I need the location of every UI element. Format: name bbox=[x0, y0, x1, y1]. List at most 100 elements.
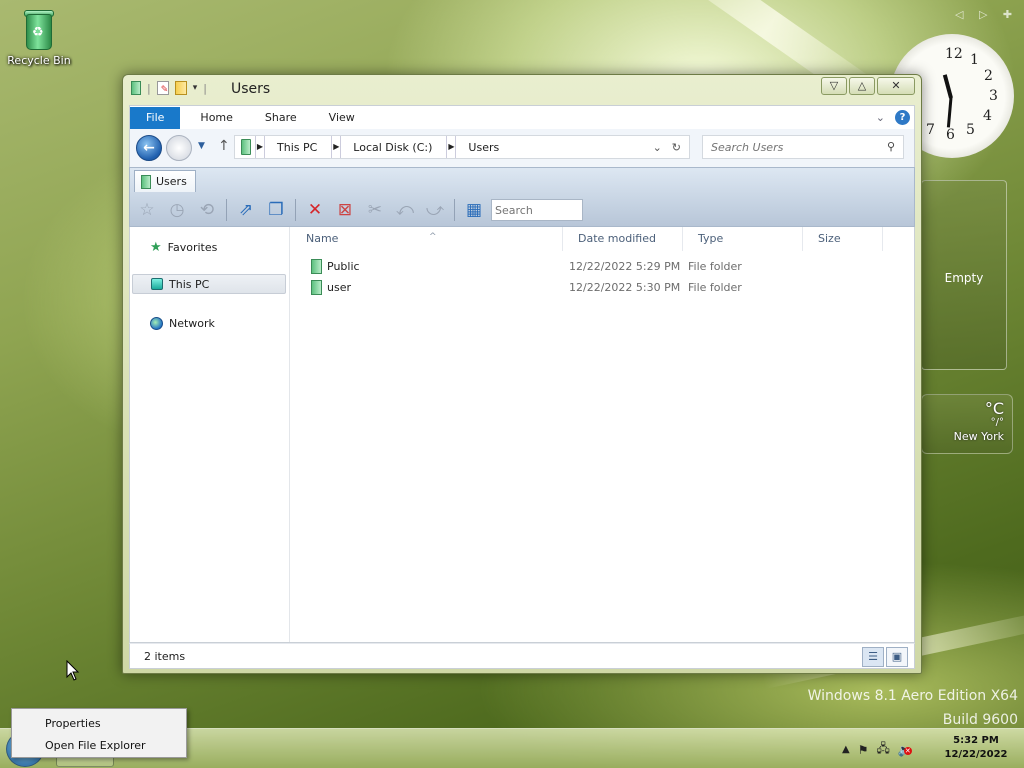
nav-item-network[interactable]: Network bbox=[132, 313, 286, 333]
address-bar[interactable]: ▶ This PC ▶ Local Disk (C:) ▶ Users ⌄ ↻ bbox=[234, 135, 690, 159]
address-bar-actions: ⌄ ↻ bbox=[653, 141, 689, 154]
clock-hour-hand bbox=[942, 74, 953, 99]
context-menu: Properties Open File Explorer bbox=[11, 708, 187, 758]
remove-icon[interactable]: ⊠ bbox=[332, 198, 358, 222]
refresh-icon[interactable]: ↻ bbox=[672, 141, 681, 154]
help-icon[interactable]: ? bbox=[895, 110, 910, 125]
tab-share[interactable]: Share bbox=[249, 107, 313, 129]
column-type[interactable]: Type bbox=[683, 227, 803, 251]
breadcrumb-chevron-icon[interactable]: ▶ bbox=[446, 136, 457, 158]
breadcrumb-users[interactable]: Users bbox=[456, 141, 513, 154]
file-row[interactable]: Public 12/22/2022 5:29 PM File folder bbox=[291, 256, 914, 277]
forward-button[interactable] bbox=[166, 135, 192, 161]
nav-item-label: Network bbox=[169, 316, 215, 330]
file-row[interactable]: user 12/22/2022 5:30 PM File folder bbox=[291, 277, 914, 298]
delete-icon[interactable]: ✕ bbox=[302, 198, 328, 222]
folder-icon bbox=[311, 280, 322, 295]
taskbar-clock[interactable]: 5:32 PM 12/22/2022 bbox=[940, 734, 1012, 762]
file-type: File folder bbox=[688, 281, 742, 294]
file-explorer-window[interactable]: | ✎ ▾ | Users ▽ △ ✕ File Home Share View… bbox=[122, 74, 922, 674]
search-box[interactable]: ⚲ bbox=[702, 135, 904, 159]
window-title: Users bbox=[231, 81, 271, 97]
clock-number: 2 bbox=[984, 68, 993, 84]
favorites-star-icon: ★ bbox=[150, 239, 162, 255]
add-favorite-icon[interactable]: ☆ bbox=[134, 198, 160, 222]
toolbar-buttons: ☆ ◷ ⟲ ⇗ ❐ ✕ ⊠ ✂ ⤺ ⤻ ▦ bbox=[134, 196, 583, 224]
folder-icon bbox=[311, 259, 322, 274]
search-input[interactable] bbox=[703, 136, 879, 158]
clock-number: 5 bbox=[966, 122, 975, 138]
navigation-bar: ← ▼ ↑ ▶ This PC ▶ Local Disk (C:) ▶ User… bbox=[129, 129, 915, 167]
breadcrumb-chevron-icon[interactable]: ▶ bbox=[255, 136, 265, 158]
nav-item-favorites[interactable]: ★ Favorites bbox=[132, 237, 286, 257]
properties-icon[interactable]: ✎ bbox=[156, 81, 169, 95]
view-switcher: ☰ ▣ bbox=[862, 647, 908, 667]
redo-icon[interactable]: ⤻ bbox=[422, 198, 448, 222]
file-name: user bbox=[327, 281, 351, 294]
up-button[interactable]: ↑ bbox=[218, 138, 230, 154]
close-button[interactable]: ✕ bbox=[877, 77, 915, 95]
file-date: 12/22/2022 5:30 PM bbox=[569, 281, 681, 294]
recent-locations-icon[interactable]: ▼ bbox=[198, 141, 205, 151]
column-name[interactable]: Name ^ bbox=[291, 227, 563, 251]
copy-to-icon[interactable]: ❐ bbox=[263, 198, 289, 222]
empty-gadget[interactable]: Empty bbox=[921, 180, 1007, 370]
tab-file[interactable]: File bbox=[130, 106, 181, 129]
toolbar-separator bbox=[295, 199, 296, 221]
move-to-icon[interactable]: ⇗ bbox=[233, 198, 259, 222]
breadcrumb-chevron-icon[interactable]: ▶ bbox=[331, 136, 342, 158]
maximize-button[interactable]: △ bbox=[849, 77, 875, 95]
column-size[interactable]: Size bbox=[803, 227, 883, 251]
back-button[interactable]: ← bbox=[136, 135, 162, 161]
taskbar-date: 12/22/2022 bbox=[944, 749, 1008, 760]
breadcrumb-this-pc[interactable]: This PC bbox=[265, 141, 331, 154]
watermark-edition: Windows 8.1 Aero Edition X64 bbox=[807, 688, 1018, 704]
menu-item-open-file-explorer[interactable]: Open File Explorer bbox=[12, 735, 186, 757]
network-globe-icon bbox=[150, 316, 163, 330]
menu-item-properties[interactable]: Properties bbox=[12, 713, 186, 735]
volume-muted-icon[interactable]: 🔈✕ bbox=[898, 743, 913, 757]
toolbar-search-input[interactable] bbox=[491, 199, 583, 221]
history-icon[interactable]: ◷ bbox=[164, 198, 190, 222]
details-view-icon[interactable]: ☰ bbox=[862, 647, 884, 667]
file-type: File folder bbox=[688, 260, 742, 273]
nav-item-label: Favorites bbox=[167, 240, 218, 254]
system-tray: ▲ ⚑ 🖧 🔈✕ bbox=[842, 739, 913, 760]
tab-view[interactable]: View bbox=[313, 107, 371, 129]
action-center-flag-icon[interactable]: ⚑ bbox=[858, 743, 869, 757]
location-tab[interactable]: Users bbox=[134, 170, 196, 192]
view-options-icon[interactable]: ▦ bbox=[461, 198, 487, 222]
search-icon[interactable]: ⚲ bbox=[887, 140, 895, 153]
share-icon[interactable]: ⟲ bbox=[194, 198, 220, 222]
expand-ribbon-icon[interactable]: ⌄ bbox=[876, 111, 885, 124]
item-count: 2 items bbox=[144, 650, 186, 663]
os-watermark: Windows 8.1 Aero Edition X64 Build 9600 bbox=[808, 684, 1018, 732]
folder-icon bbox=[141, 174, 151, 189]
customize-qat-icon[interactable]: ▾ bbox=[193, 83, 198, 93]
new-folder-icon[interactable] bbox=[174, 81, 187, 95]
column-date-modified[interactable]: Date modified bbox=[563, 227, 683, 251]
content-area: ★ Favorites This PC Network Name ^ Date … bbox=[129, 227, 915, 643]
cut-icon[interactable]: ✂ bbox=[362, 198, 388, 222]
show-hidden-icons-icon[interactable]: ▲ bbox=[842, 744, 850, 755]
title-bar[interactable]: | ✎ ▾ | Users ▽ △ ✕ bbox=[123, 75, 921, 103]
folder-icon bbox=[241, 139, 251, 155]
recycle-bin-icon: ♻ bbox=[20, 8, 58, 52]
address-dropdown-icon[interactable]: ⌄ bbox=[653, 141, 662, 154]
breadcrumb-local-disk[interactable]: Local Disk (C:) bbox=[341, 141, 446, 154]
file-list: Name ^ Date modified Type Size Public 12… bbox=[291, 227, 914, 642]
large-icons-view-icon[interactable]: ▣ bbox=[886, 647, 908, 667]
clock-number: 7 bbox=[926, 122, 935, 138]
gadget-controls[interactable]: ◁ ▷ ✚ bbox=[955, 8, 1018, 21]
network-icon[interactable]: 🖧 bbox=[876, 739, 889, 760]
navigation-pane: ★ Favorites This PC Network bbox=[130, 227, 290, 642]
tab-home[interactable]: Home bbox=[184, 107, 248, 129]
weather-gadget[interactable]: °C °/° New York bbox=[921, 394, 1013, 454]
column-label: Name bbox=[306, 232, 339, 245]
undo-icon[interactable]: ⤺ bbox=[392, 198, 418, 222]
minimize-button[interactable]: ▽ bbox=[821, 77, 847, 95]
clock-number: 12 bbox=[945, 46, 963, 62]
nav-item-this-pc[interactable]: This PC bbox=[132, 274, 286, 294]
desktop-icon-recycle-bin[interactable]: ♻ Recycle Bin bbox=[6, 8, 72, 67]
empty-gadget-label: Empty bbox=[944, 271, 984, 285]
